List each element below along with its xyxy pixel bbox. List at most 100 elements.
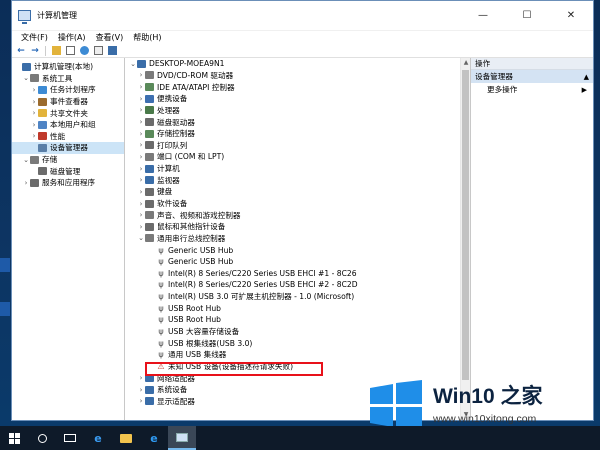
chevron-right-icon[interactable]: ›: [137, 374, 145, 382]
chevron-right-icon[interactable]: ›: [22, 179, 30, 187]
menu-view[interactable]: 查看(V): [91, 32, 129, 43]
chevron-right-icon[interactable]: ›: [137, 106, 145, 114]
nav-tree-item[interactable]: › 本地用户和组: [12, 119, 124, 131]
nav-tree-item[interactable]: ⌄ 系统工具: [12, 73, 124, 85]
chevron-right-icon[interactable]: ›: [137, 176, 145, 184]
device-category[interactable]: › 软件设备: [125, 198, 470, 210]
nav-tree-item[interactable]: 计算机管理(本地): [12, 61, 124, 73]
menu-help[interactable]: 帮助(H): [128, 32, 166, 43]
device-category[interactable]: › 便携设备: [125, 93, 470, 105]
start-windows-icon[interactable]: [0, 426, 28, 450]
chevron-right-icon[interactable]: ›: [137, 130, 145, 138]
device-label: 计算机: [157, 164, 180, 174]
chevron-right-icon[interactable]: ›: [137, 397, 145, 405]
monitor-icon[interactable]: [106, 45, 118, 57]
chevron-down-icon[interactable]: ⌄: [129, 60, 137, 68]
back-arrow-icon[interactable]: ←: [15, 45, 27, 57]
chevron-right-icon[interactable]: ›: [137, 188, 145, 196]
internet-explorer-icon[interactable]: e: [140, 426, 168, 450]
chevron-right-icon[interactable]: ›: [30, 132, 38, 140]
show-hide-tree-icon[interactable]: [64, 45, 76, 57]
chevron-right-icon[interactable]: ›: [137, 200, 145, 208]
usb-device-item[interactable]: ψ Intel(R) USB 3.0 可扩展主机控制器 - 1.0 (Micros…: [125, 291, 470, 303]
usb-device-item[interactable]: ψ 通用 USB 集线器: [125, 349, 470, 361]
chevron-right-icon[interactable]: ›: [137, 71, 145, 79]
device-category-usb[interactable]: ⌄ 通用串行总线控制器: [125, 233, 470, 245]
device-category[interactable]: › 端口 (COM 和 LPT): [125, 151, 470, 163]
chevron-right-icon[interactable]: ›: [137, 141, 145, 149]
nav-tree-item[interactable]: › 任务计划程序: [12, 84, 124, 96]
scrollbar-thumb[interactable]: [462, 70, 469, 380]
chevron-right-icon[interactable]: ›: [137, 211, 145, 219]
device-category[interactable]: › 存储控制器: [125, 128, 470, 140]
nav-tree-item[interactable]: ⌄ 存储: [12, 154, 124, 166]
usb-device-item[interactable]: ψ USB Root Hub: [125, 302, 470, 314]
chevron-right-icon[interactable]: ›: [137, 95, 145, 103]
actions-section-device-manager[interactable]: 设备管理器 ▲: [471, 70, 593, 83]
nav-tree-item[interactable]: 设备管理器: [12, 142, 124, 154]
navigation-tree: 计算机管理(本地) ⌄ 系统工具 › 任务计划程序 › 事件查看器 › 共享文件夹 › 本地用户和组…: [12, 58, 125, 420]
chevron-right-icon[interactable]: ›: [137, 165, 145, 173]
up-folder-icon[interactable]: [50, 45, 62, 57]
menu-file[interactable]: 文件(F): [16, 32, 53, 43]
device-category[interactable]: › 处理器: [125, 105, 470, 117]
usb-plug-icon: ψ: [158, 245, 164, 255]
device-category[interactable]: › 鼠标和其他指针设备: [125, 221, 470, 233]
device-label: 显示适配器: [157, 396, 195, 406]
device-category[interactable]: › 磁盘驱动器: [125, 116, 470, 128]
device-category[interactable]: › 监视器: [125, 174, 470, 186]
edge-browser-icon[interactable]: e: [84, 426, 112, 450]
device-category[interactable]: › DVD/CD-ROM 驱动器: [125, 70, 470, 82]
usb-device-item[interactable]: ψ Intel(R) 8 Series/C220 Series USB EHCI …: [125, 279, 470, 291]
chevron-down-icon[interactable]: ⌄: [137, 234, 145, 242]
file-explorer-icon[interactable]: [112, 426, 140, 450]
usb-device-item[interactable]: ψ Intel(R) 8 Series/C220 Series USB EHCI …: [125, 268, 470, 280]
usb-device-item[interactable]: ψ Generic USB Hub: [125, 244, 470, 256]
chevron-right-icon[interactable]: ›: [30, 86, 38, 94]
chevron-right-icon[interactable]: ›: [137, 223, 145, 231]
device-tree-root[interactable]: ⌄ DESKTOP-MOEA9N1: [125, 58, 470, 70]
computer-management-task-icon[interactable]: [168, 426, 196, 450]
device-category[interactable]: › 计算机: [125, 163, 470, 175]
device-category[interactable]: › 键盘: [125, 186, 470, 198]
usb-device-item[interactable]: ψ USB Root Hub: [125, 314, 470, 326]
nav-tree-item[interactable]: › 事件查看器: [12, 96, 124, 108]
minimize-button[interactable]: —: [461, 1, 505, 31]
search-circle-icon[interactable]: [28, 426, 56, 450]
forward-arrow-icon[interactable]: →: [29, 45, 41, 57]
usb-device-item[interactable]: ψ Generic USB Hub: [125, 256, 470, 268]
properties-icon[interactable]: [92, 45, 104, 57]
device-category[interactable]: › 声音、视频和游戏控制器: [125, 209, 470, 221]
chevron-right-icon[interactable]: ›: [30, 98, 38, 106]
usb-device-item[interactable]: ψ USB 根集线器(USB 3.0): [125, 337, 470, 349]
nav-tree-item[interactable]: › 性能: [12, 131, 124, 143]
task-view-icon[interactable]: [56, 426, 84, 450]
device-category[interactable]: › 打印队列: [125, 139, 470, 151]
chevron-right-icon[interactable]: ›: [137, 153, 145, 161]
collapse-up-icon[interactable]: ▲: [584, 73, 589, 81]
device-label: 端口 (COM 和 LPT): [157, 152, 225, 162]
more-actions-item[interactable]: 更多操作 ▶: [471, 83, 593, 96]
chevron-right-icon[interactable]: ›: [30, 109, 38, 117]
usb-device-item[interactable]: ψ USB 大容量存储设备: [125, 326, 470, 338]
vertical-scrollbar[interactable]: ▲ ▼: [460, 58, 470, 420]
close-button[interactable]: ✕: [549, 1, 593, 31]
desktop-icon[interactable]: [0, 302, 10, 316]
nav-tree-item[interactable]: › 服务和应用程序: [12, 177, 124, 189]
chevron-right-icon[interactable]: ›: [137, 118, 145, 126]
maximize-button[interactable]: ☐: [505, 1, 549, 31]
chevron-down-icon[interactable]: ⌄: [22, 74, 30, 82]
nav-tree-item[interactable]: › 共享文件夹: [12, 107, 124, 119]
chevron-right-icon[interactable]: ›: [30, 121, 38, 129]
help-icon[interactable]: [78, 45, 90, 57]
device-category[interactable]: › IDE ATA/ATAPI 控制器: [125, 81, 470, 93]
chevron-right-icon[interactable]: ›: [137, 83, 145, 91]
chevron-right-icon[interactable]: ›: [137, 386, 145, 394]
menu-action[interactable]: 操作(A): [53, 32, 91, 43]
scroll-up-icon[interactable]: ▲: [461, 58, 470, 68]
desktop-icon[interactable]: [0, 258, 10, 272]
nav-tree-label: 磁盘管理: [50, 166, 81, 176]
device-manager-icon: [38, 143, 47, 152]
chevron-down-icon[interactable]: ⌄: [22, 156, 30, 164]
nav-tree-item[interactable]: 磁盘管理: [12, 165, 124, 177]
